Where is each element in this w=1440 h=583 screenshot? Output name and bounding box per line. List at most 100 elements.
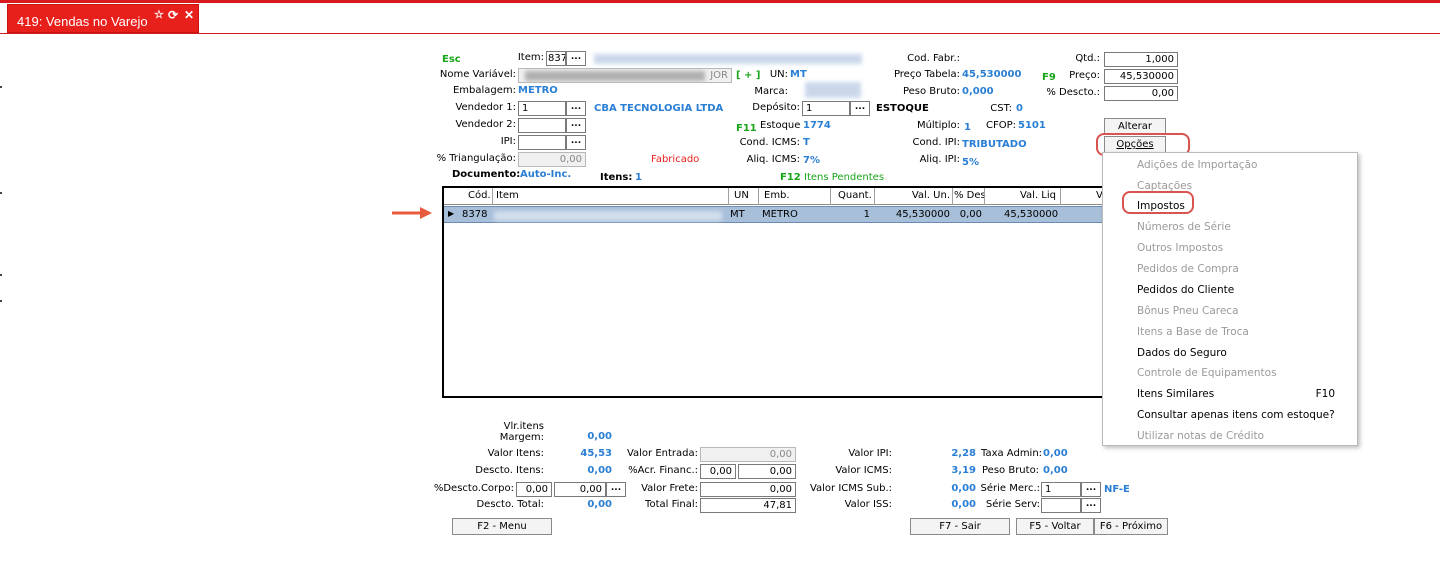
vendedor2-label: Vendedor 2: — [455, 119, 516, 130]
valor-icms-sub-label: Valor ICMS Sub.: — [809, 483, 892, 494]
col-val-un[interactable]: Val. Un. — [884, 190, 950, 201]
descto-itens-value: 0,00 — [587, 465, 612, 476]
qtd-label: Qtd.: — [1075, 53, 1100, 64]
f9-shortcut[interactable]: F9 — [1042, 72, 1056, 84]
menu-item-itens-similares[interactable]: Itens Similares F10 — [1137, 387, 1355, 401]
col-desconto[interactable]: % Des — [954, 190, 986, 201]
serie-serv-button[interactable]: ... — [1081, 498, 1101, 513]
valor-frete-label: Valor Frete: — [641, 483, 698, 494]
refresh-icon[interactable]: ⟳ — [168, 8, 178, 22]
menu-item-consultar-estoque[interactable]: Consultar apenas itens com estoque? — [1137, 408, 1355, 422]
item-label: Item: — [517, 52, 544, 63]
tab-underline — [0, 33, 1440, 34]
nome-variavel-label: Nome Variável: — [439, 69, 516, 80]
menu-button[interactable]: F2 - Menu — [452, 518, 552, 535]
preco-input[interactable]: 45,530000 — [1104, 69, 1178, 84]
menu-item-outros-impostos[interactable]: Outros Impostos — [1137, 241, 1355, 255]
embalagem-value: METRO — [518, 85, 558, 96]
desconto-input[interactable]: 0,00 — [1104, 86, 1178, 101]
serie-merc-button[interactable]: ... — [1081, 482, 1101, 497]
total-final-input[interactable]: 47,81 — [700, 498, 796, 513]
acr-financ-val-input[interactable]: 0,00 — [738, 464, 796, 479]
ipi-input[interactable] — [518, 135, 566, 150]
deposito-input[interactable]: 1 — [802, 101, 850, 116]
itens-pendentes-link[interactable]: Itens Pendentes — [804, 172, 884, 184]
col-quant[interactable]: Quant. — [838, 190, 872, 201]
valor-icms-value: 3,19 — [951, 465, 976, 476]
vendedor1-input[interactable]: 1 — [518, 101, 566, 116]
serie-merc-input[interactable]: 1 — [1041, 482, 1081, 497]
top-accent-line — [0, 0, 1440, 3]
f11-shortcut[interactable]: F11 — [736, 123, 757, 135]
menu-item-bonus-pneu[interactable]: Bônus Pneu Careca — [1137, 304, 1355, 318]
valor-frete-input[interactable]: 0,00 — [700, 482, 796, 497]
edge-mark — [0, 192, 2, 194]
peso-bruto-value: 0,000 — [962, 86, 994, 97]
deposito-search-button[interactable]: ... — [850, 101, 870, 116]
col-item[interactable]: Item — [496, 190, 519, 201]
preco-label: Preço: — [1069, 70, 1100, 81]
taxa-admin-value: 0,00 — [1043, 448, 1068, 459]
menu-item-numeros-serie[interactable]: Números de Série — [1137, 220, 1355, 234]
qtd-input[interactable]: 1,000 — [1104, 52, 1178, 67]
close-icon[interactable]: ✕ — [184, 8, 194, 22]
valor-iss-label: Valor ISS: — [844, 499, 892, 510]
valor-entrada-input[interactable]: 0,00 — [700, 447, 796, 462]
sair-button[interactable]: F7 - Sair — [910, 518, 1010, 535]
col-val-liq[interactable]: Val. Liq — [1004, 190, 1056, 201]
col-un[interactable]: UN — [734, 190, 749, 201]
col-separator — [1060, 188, 1061, 205]
window-tab[interactable]: 419: Vendas no Varejo ☆ ⟳ ✕ — [7, 4, 199, 33]
total-final-label: Total Final: — [645, 499, 698, 510]
descto-corpo-pct-input[interactable]: 0,00 — [516, 482, 552, 497]
col-separator — [830, 188, 831, 205]
cond-icms-label: Cond. ICMS: — [739, 137, 800, 148]
vendedor2-input[interactable] — [518, 118, 566, 133]
cond-icms-value: T — [803, 137, 810, 148]
menu-item-pedidos-cliente[interactable]: Pedidos do Cliente — [1137, 283, 1355, 297]
nome-variavel-input[interactable]: JOR — [518, 68, 732, 83]
descto-corpo-val-input[interactable]: 0,00 — [554, 482, 606, 497]
serie-serv-label: Série Serv: — [985, 499, 1040, 510]
serie-serv-input[interactable] — [1041, 498, 1081, 513]
menu-item-itens-base-troca[interactable]: Itens a Base de Troca — [1137, 325, 1355, 339]
item-code-input[interactable]: 8378 — [546, 51, 566, 66]
fabricado-label: Fabricado — [651, 154, 700, 165]
voltar-button[interactable]: F5 - Voltar — [1016, 518, 1094, 535]
item-description-redacted — [594, 54, 862, 64]
vendedor2-search-button[interactable]: ... — [566, 118, 586, 133]
triangulacao-input[interactable]: 0,00 — [518, 152, 586, 167]
esc-shortcut[interactable]: Esc — [442, 54, 461, 66]
aliq-icms-value: 7% — [803, 155, 820, 166]
menu-item-adicoes-importacao[interactable]: Adições de Importação — [1137, 158, 1355, 172]
col-emb[interactable]: Emb. — [764, 190, 790, 201]
menu-item-dados-seguro[interactable]: Dados do Seguro — [1137, 346, 1355, 360]
cond-ipi-label: Cond. IPI: — [912, 137, 960, 148]
margem-value: 0,00 — [587, 431, 612, 442]
row-desconto: 0,00 — [959, 209, 982, 220]
vendedor1-name: CBA TECNOLOGIA LTDA — [594, 103, 724, 114]
nome-variavel-suffix: JOR — [710, 70, 728, 81]
valor-ipi-label: Valor IPI: — [848, 448, 892, 459]
row-cod: 8378 — [462, 209, 488, 220]
cond-ipi-value: TRIBUTADO — [962, 139, 1027, 150]
f12-shortcut[interactable]: F12 — [780, 172, 801, 184]
row-emb: METRO — [762, 209, 798, 220]
cfop-label: CFOP: — [986, 120, 1017, 131]
table-row[interactable]: ▶ 8378 MT METRO 1 45,530000 0,00 45,5300… — [444, 206, 1108, 223]
proximo-button[interactable]: F6 - Próximo — [1094, 518, 1168, 535]
menu-item-controle-equipamentos[interactable]: Controle de Equipamentos — [1137, 366, 1355, 380]
vendedor1-search-button[interactable]: ... — [566, 101, 586, 116]
items-grid[interactable]: Cód. Item UN Emb. Quant. Val. Un. % Des … — [442, 186, 1110, 398]
ipi-search-button[interactable]: ... — [566, 135, 586, 150]
nome-variavel-redacted — [525, 71, 705, 81]
col-cod[interactable]: Cód. — [468, 190, 491, 201]
embalagem-label: Embalagem: — [452, 85, 516, 96]
acr-financ-pct-input[interactable]: 0,00 — [700, 464, 736, 479]
col-separator — [492, 188, 493, 205]
item-search-button[interactable]: ... — [566, 51, 586, 66]
star-icon[interactable]: ☆ — [154, 8, 164, 21]
menu-item-pedidos-compra[interactable]: Pedidos de Compra — [1137, 262, 1355, 276]
documento-value: Auto-Inc. — [520, 169, 572, 180]
menu-item-notas-credito[interactable]: Utilizar notas de Crédito — [1137, 429, 1355, 443]
